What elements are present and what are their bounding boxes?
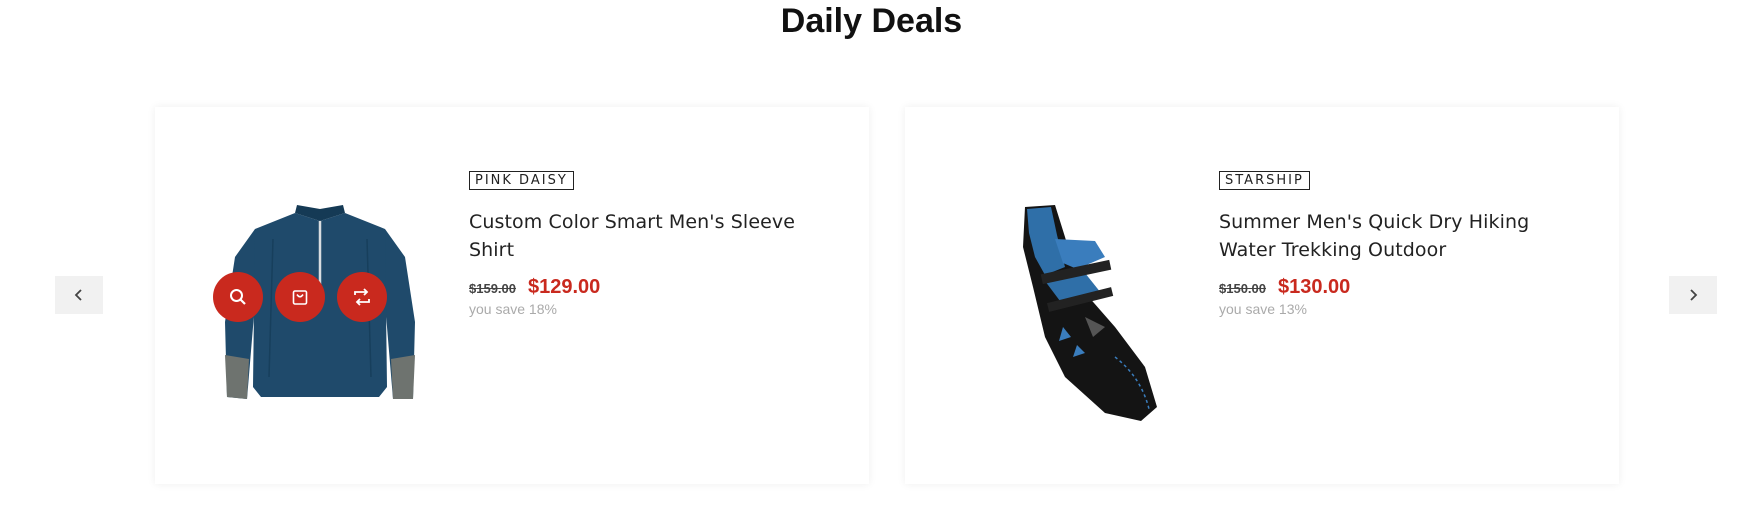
compare-arrows-icon bbox=[354, 288, 370, 306]
old-price: $150.00 bbox=[1219, 281, 1266, 296]
price-row: $150.00 $130.00 bbox=[1219, 276, 1589, 299]
product-info: PINK DAISY Custom Color Smart Men's Slee… bbox=[469, 171, 839, 317]
price-row: $159.00 $129.00 bbox=[469, 276, 839, 299]
new-price: $130.00 bbox=[1278, 276, 1351, 298]
product-card[interactable]: PINK DAISY Custom Color Smart Men's Slee… bbox=[155, 107, 869, 484]
add-to-cart-button[interactable] bbox=[275, 272, 325, 322]
search-icon bbox=[230, 289, 246, 305]
carousel-next-button[interactable] bbox=[1669, 276, 1717, 314]
shopping-bag-icon bbox=[292, 290, 308, 305]
chevron-right-icon bbox=[1690, 289, 1698, 301]
section-title: Daily Deals bbox=[780, 2, 963, 40]
product-brand[interactable]: STARSHIP bbox=[1219, 171, 1310, 190]
product-image[interactable] bbox=[945, 177, 1195, 427]
chevron-left-icon bbox=[74, 289, 82, 301]
quick-view-button[interactable] bbox=[213, 272, 263, 322]
shoe-image bbox=[1023, 205, 1157, 421]
new-price: $129.00 bbox=[528, 276, 601, 298]
old-price: $159.00 bbox=[469, 281, 516, 296]
savings-text: you save 18% bbox=[469, 301, 557, 317]
product-card[interactable]: STARSHIP Summer Men's Quick Dry Hiking W… bbox=[905, 107, 1619, 484]
product-info: STARSHIP Summer Men's Quick Dry Hiking W… bbox=[1219, 171, 1589, 317]
product-actions bbox=[213, 272, 393, 322]
savings-text: you save 13% bbox=[1219, 301, 1307, 317]
product-title[interactable]: Custom Color Smart Men's Sleeve Shirt bbox=[469, 208, 839, 264]
carousel-prev-button[interactable] bbox=[55, 276, 103, 314]
compare-button[interactable] bbox=[337, 272, 387, 322]
product-brand[interactable]: PINK DAISY bbox=[469, 171, 574, 190]
product-title[interactable]: Summer Men's Quick Dry Hiking Water Trek… bbox=[1219, 208, 1589, 264]
